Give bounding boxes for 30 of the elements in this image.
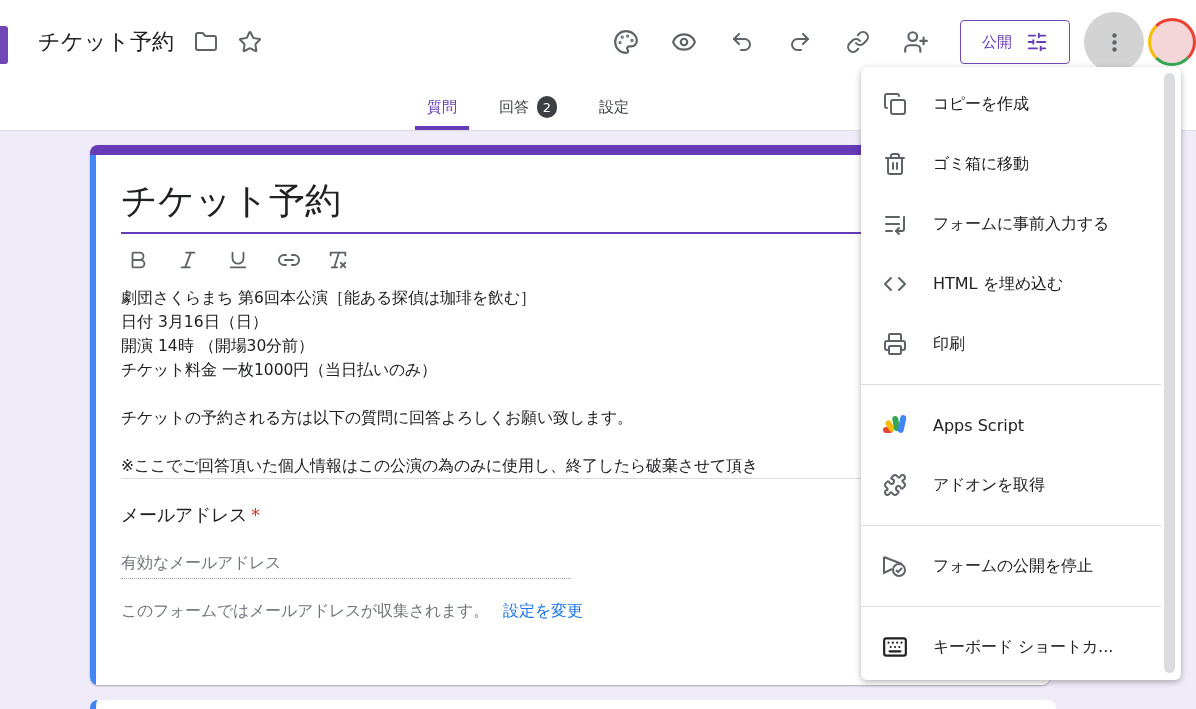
copy-icon <box>883 92 907 116</box>
more-vert-icon <box>1111 32 1117 52</box>
tab[interactable]: 質問 <box>415 84 469 130</box>
required-asterisk: * <box>251 504 260 525</box>
tab[interactable]: 回答 2 <box>487 84 569 130</box>
send-check-icon <box>882 554 908 578</box>
menu-item[interactable]: キーボード ショートカ... <box>861 617 1161 677</box>
menu-item[interactable]: コピーを作成 <box>861 74 1161 134</box>
publish-button[interactable]: 公開 <box>960 20 1070 64</box>
clear-format-icon[interactable] <box>327 249 349 271</box>
count-badge: 2 <box>537 96 557 118</box>
trash-icon <box>883 152 907 176</box>
description-line: 開演 14時 （開場30分前） <box>121 337 315 355</box>
print-icon <box>883 332 907 356</box>
collection-note: このフォームではメールアドレスが収集されます。 <box>121 601 489 622</box>
description-line: チケット料金 一枚1000円（当日払いのみ） <box>121 361 438 379</box>
tab[interactable]: 設定 <box>587 84 641 130</box>
underline-icon[interactable] <box>227 249 249 271</box>
description-line: チケットの予約される方は以下の質問に回答よろしくお願い致します。 <box>121 409 633 427</box>
avatar[interactable] <box>1148 18 1196 66</box>
document-title: チケット予約 <box>38 28 174 56</box>
scrollbar[interactable] <box>1164 73 1175 673</box>
description-line: 日付 3月16日（日） <box>121 313 268 331</box>
description-line: ※ここでご回答頂いた個人情報はこの公演の為のみに使用し、終了したら破棄させて頂き <box>121 457 758 475</box>
change-settings-link[interactable]: 設定を変更 <box>503 601 583 622</box>
description-line: 劇団さくらまち 第6回本公演［能ある探偵は珈琲を飲む］ <box>121 289 536 307</box>
sliders-icon <box>1026 31 1048 53</box>
puzzle-icon <box>883 473 907 497</box>
keyboard-icon <box>882 634 908 660</box>
menu-item[interactable]: フォームの公開を停止 <box>861 536 1161 596</box>
